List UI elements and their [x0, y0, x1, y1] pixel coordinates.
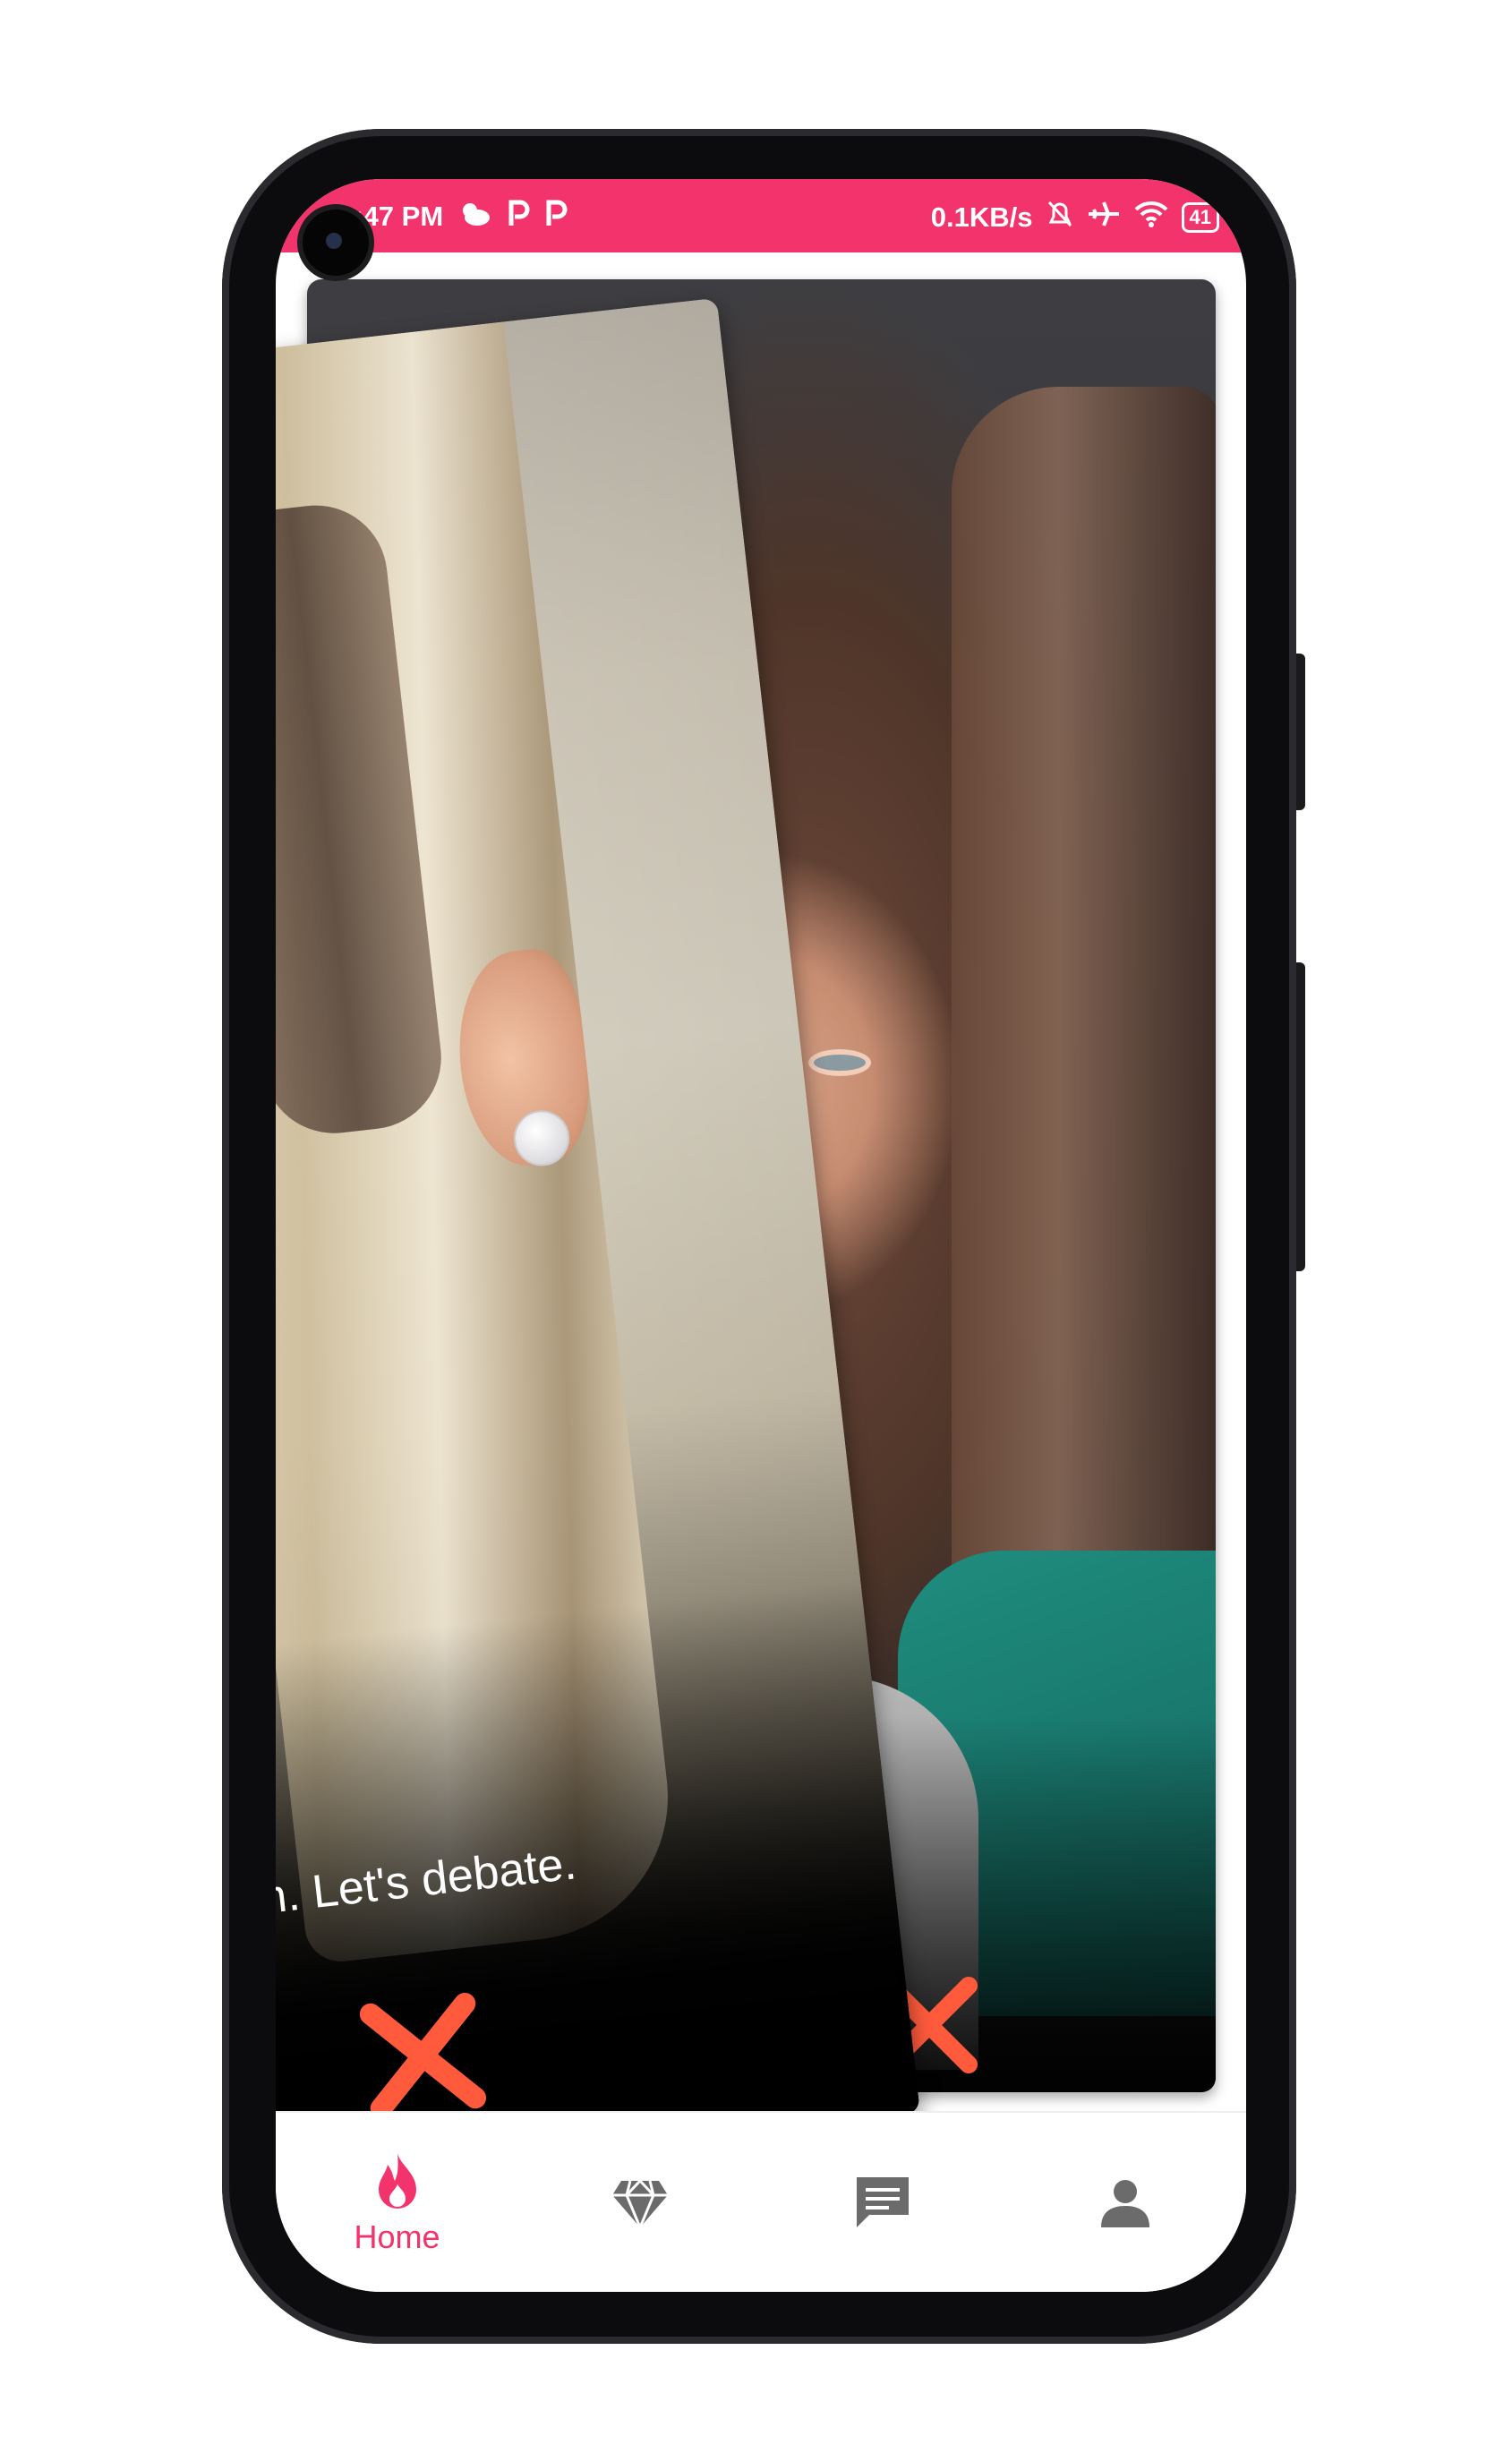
dislike-button[interactable]	[349, 1982, 498, 2131]
diamond-icon	[611, 2179, 668, 2228]
battery-icon: 41	[1181, 202, 1219, 233]
nav-messages[interactable]	[761, 2113, 1004, 2292]
p-app-icon	[508, 199, 531, 235]
photo-eye	[808, 1049, 871, 1076]
volume-button	[1296, 654, 1305, 810]
p-app-icon	[545, 199, 568, 235]
nav-premium[interactable]	[518, 2113, 761, 2292]
profile-icon	[1100, 2180, 1149, 2227]
phone-screen: 3:47 PM 0.1KB/s 41 lem. Let's debate. Ho…	[276, 179, 1246, 2292]
status-bar-right: 0.1KB/s 41	[931, 199, 1219, 236]
nav-home-label: Home	[354, 2218, 440, 2255]
photo-hair	[952, 387, 1216, 1730]
mute-bell-icon	[1046, 199, 1074, 236]
status-bar: 3:47 PM 0.1KB/s 41	[276, 179, 1246, 252]
bottom-navigation: Home	[276, 2111, 1246, 2292]
airplane-icon	[1087, 199, 1121, 236]
chat-icon	[856, 2177, 909, 2227]
power-button	[1296, 962, 1305, 1271]
flame-icon	[378, 2154, 416, 2209]
weather-icon	[457, 200, 493, 234]
front-camera	[303, 209, 369, 276]
network-speed: 0.1KB/s	[930, 201, 1033, 233]
nav-home[interactable]: Home	[276, 2113, 518, 2292]
wifi-icon	[1133, 200, 1169, 235]
nav-profile[interactable]	[1004, 2113, 1246, 2292]
close-icon	[359, 1992, 487, 2120]
